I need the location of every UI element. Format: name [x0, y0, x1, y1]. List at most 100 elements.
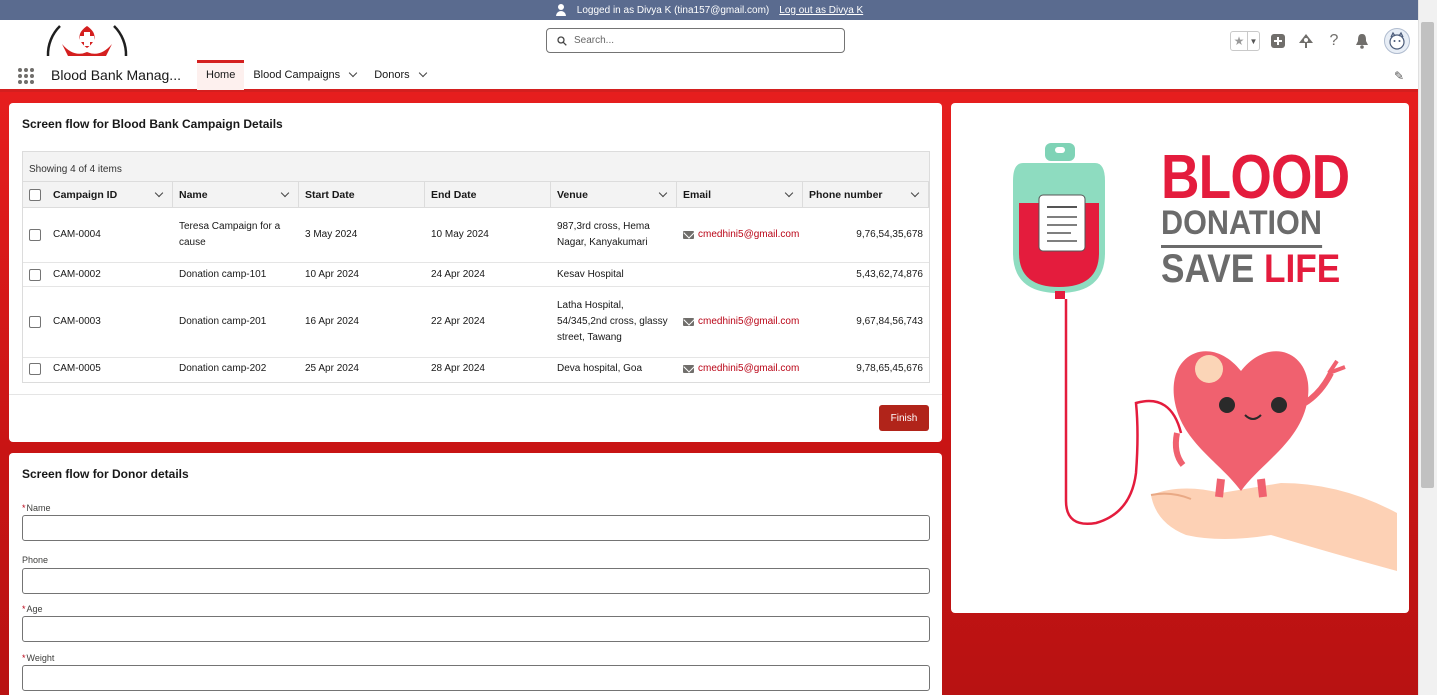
tab-donors-label: Donors — [374, 69, 410, 81]
login-status-text: Logged in as Divya K (tina157@gmail.com) — [576, 4, 770, 16]
tab-blood-campaigns[interactable]: Blood Campaigns — [244, 60, 365, 90]
cell-start-date: 3 May 2024 — [305, 229, 358, 240]
login-banner: Logged in as Divya K (tina157@gmail.com)… — [0, 0, 1418, 20]
logout-link[interactable]: Log out as Divya K — [779, 5, 863, 16]
cell-end-date: 28 Apr 2024 — [431, 363, 485, 374]
column-label: End Date — [431, 188, 477, 201]
page-scrollbar-thumb[interactable] — [1421, 22, 1434, 488]
column-header-start-date[interactable]: Start Date — [299, 182, 425, 207]
chevron-down-icon[interactable] — [784, 188, 794, 197]
user-avatar[interactable] — [1384, 28, 1410, 54]
label-text: Weight — [26, 653, 55, 663]
campaign-flow-card: Screen flow for Blood Bank Campaign Deta… — [9, 103, 942, 442]
row-select-cell — [23, 208, 47, 262]
required-marker: * — [22, 653, 26, 663]
nav-tabs: Home Blood Campaigns Donors — [197, 60, 435, 90]
campaign-table: Showing 4 of 4 items Campaign ID Name St… — [22, 151, 930, 383]
blood-donation-image-card: BLOOD DONATION SAVE LIFE — [951, 103, 1409, 613]
column-label: Email — [683, 188, 712, 201]
chevron-down-icon[interactable] — [658, 188, 668, 197]
label-text: Phone — [22, 555, 49, 565]
cell-campaign-id: CAM-0005 — [53, 363, 101, 374]
row-select-cell — [23, 358, 47, 380]
table-row[interactable]: CAM-0003 Donation camp-201 16 Apr 2024 2… — [23, 287, 929, 358]
cell-phone: 9,76,54,35,678 — [856, 229, 923, 240]
column-label: Venue — [557, 188, 588, 201]
cell-venue: 987,3rd cross, Hema Nagar, Kanyakumari — [557, 221, 650, 248]
notifications-bell-icon[interactable] — [1352, 31, 1372, 51]
chevron-down-icon[interactable] — [280, 188, 290, 197]
donor-card-title: Screen flow for Donor details — [22, 467, 189, 481]
cell-end-date: 22 Apr 2024 — [431, 316, 485, 327]
graphic-save-word: SAVE — [1161, 247, 1265, 291]
email-icon — [683, 231, 694, 239]
tab-blood-campaigns-label: Blood Campaigns — [253, 69, 341, 81]
cell-start-date: 25 Apr 2024 — [305, 363, 359, 374]
chevron-down-icon[interactable] — [910, 188, 920, 197]
cell-end-date: 10 May 2024 — [431, 229, 489, 240]
email-text: cmedhini5@gmail.com — [698, 229, 800, 240]
column-header-venue[interactable]: Venue — [551, 182, 677, 207]
table-header: Campaign ID Name Start Date End Date Ven… — [23, 181, 929, 208]
select-all-cell — [23, 182, 47, 207]
trailhead-icon[interactable] — [1296, 31, 1316, 51]
email-icon — [683, 318, 694, 326]
tab-donors[interactable]: Donors — [365, 60, 434, 90]
cell-name: Donation camp-202 — [179, 363, 267, 374]
chevron-down-icon[interactable]: ▼ — [1247, 32, 1259, 50]
chevron-down-icon[interactable] — [154, 188, 164, 197]
cell-name: Donation camp-101 — [179, 268, 267, 280]
help-icon[interactable]: ? — [1324, 31, 1344, 51]
edit-nav-pencil-icon[interactable]: ✎ — [1394, 69, 1404, 83]
cell-start-date: 10 Apr 2024 — [305, 268, 359, 280]
global-actions-icon[interactable] — [1268, 31, 1288, 51]
phone-field-label: Phone — [22, 555, 48, 565]
search-icon — [557, 35, 567, 46]
table-row[interactable]: CAM-0002 Donation camp-101 10 Apr 2024 2… — [23, 263, 929, 287]
app-launcher-icon[interactable] — [18, 68, 34, 84]
column-header-email[interactable]: Email — [677, 182, 803, 207]
age-field-label: *Age — [22, 604, 43, 614]
column-header-campaign-id[interactable]: Campaign ID — [47, 182, 173, 207]
cell-email: cmedhini5@gmail.com — [677, 287, 803, 357]
row-select-cell — [23, 287, 47, 357]
app-name: Blood Bank Manag... — [51, 67, 181, 83]
global-search[interactable]: Search... — [546, 28, 845, 53]
required-marker: * — [22, 604, 26, 614]
favorites-button[interactable]: ★ ▼ — [1230, 31, 1260, 51]
cell-name: Donation camp-201 — [179, 316, 267, 327]
select-all-checkbox[interactable] — [29, 188, 41, 201]
chevron-down-icon[interactable] — [418, 68, 427, 78]
row-checkbox[interactable] — [29, 229, 41, 241]
global-header: Search... ★ ▼ ? — [0, 20, 1418, 60]
email-link[interactable]: cmedhini5@gmail.com — [683, 314, 799, 330]
user-icon — [555, 4, 567, 16]
row-checkbox[interactable] — [29, 316, 41, 328]
cell-email: cmedhini5@gmail.com — [677, 208, 803, 262]
column-label: Phone number — [809, 188, 883, 201]
name-field-label: *Name — [22, 503, 51, 513]
finish-button[interactable]: Finish — [879, 405, 929, 431]
cell-start-date: 16 Apr 2024 — [305, 316, 359, 327]
email-link[interactable]: cmedhini5@gmail.com — [683, 361, 799, 377]
name-field[interactable] — [22, 515, 930, 541]
row-checkbox[interactable] — [29, 268, 41, 281]
column-header-end-date[interactable]: End Date — [425, 182, 551, 207]
cell-venue: Latha Hospital, 54/345,2nd cross, glassy… — [557, 300, 668, 343]
column-header-phone[interactable]: Phone number — [803, 182, 929, 207]
star-icon[interactable]: ★ — [1231, 32, 1247, 50]
email-link[interactable]: cmedhini5@gmail.com — [683, 227, 799, 243]
column-label: Campaign ID — [53, 188, 118, 201]
row-checkbox[interactable] — [29, 363, 41, 375]
phone-field[interactable] — [22, 568, 930, 594]
weight-field[interactable] — [22, 665, 930, 691]
table-row[interactable]: CAM-0005 Donation camp-202 25 Apr 2024 2… — [23, 358, 929, 380]
age-field[interactable] — [22, 616, 930, 642]
graphic-donation-text: DONATION — [1161, 205, 1322, 248]
table-row[interactable]: CAM-0004 Teresa Campaign for a cause 3 M… — [23, 208, 929, 263]
tab-home[interactable]: Home — [197, 60, 245, 90]
column-header-name[interactable]: Name — [173, 182, 299, 207]
weight-field-label: *Weight — [22, 653, 54, 663]
chevron-down-icon[interactable] — [348, 68, 358, 78]
graphic-life-word: LIFE — [1264, 247, 1341, 291]
